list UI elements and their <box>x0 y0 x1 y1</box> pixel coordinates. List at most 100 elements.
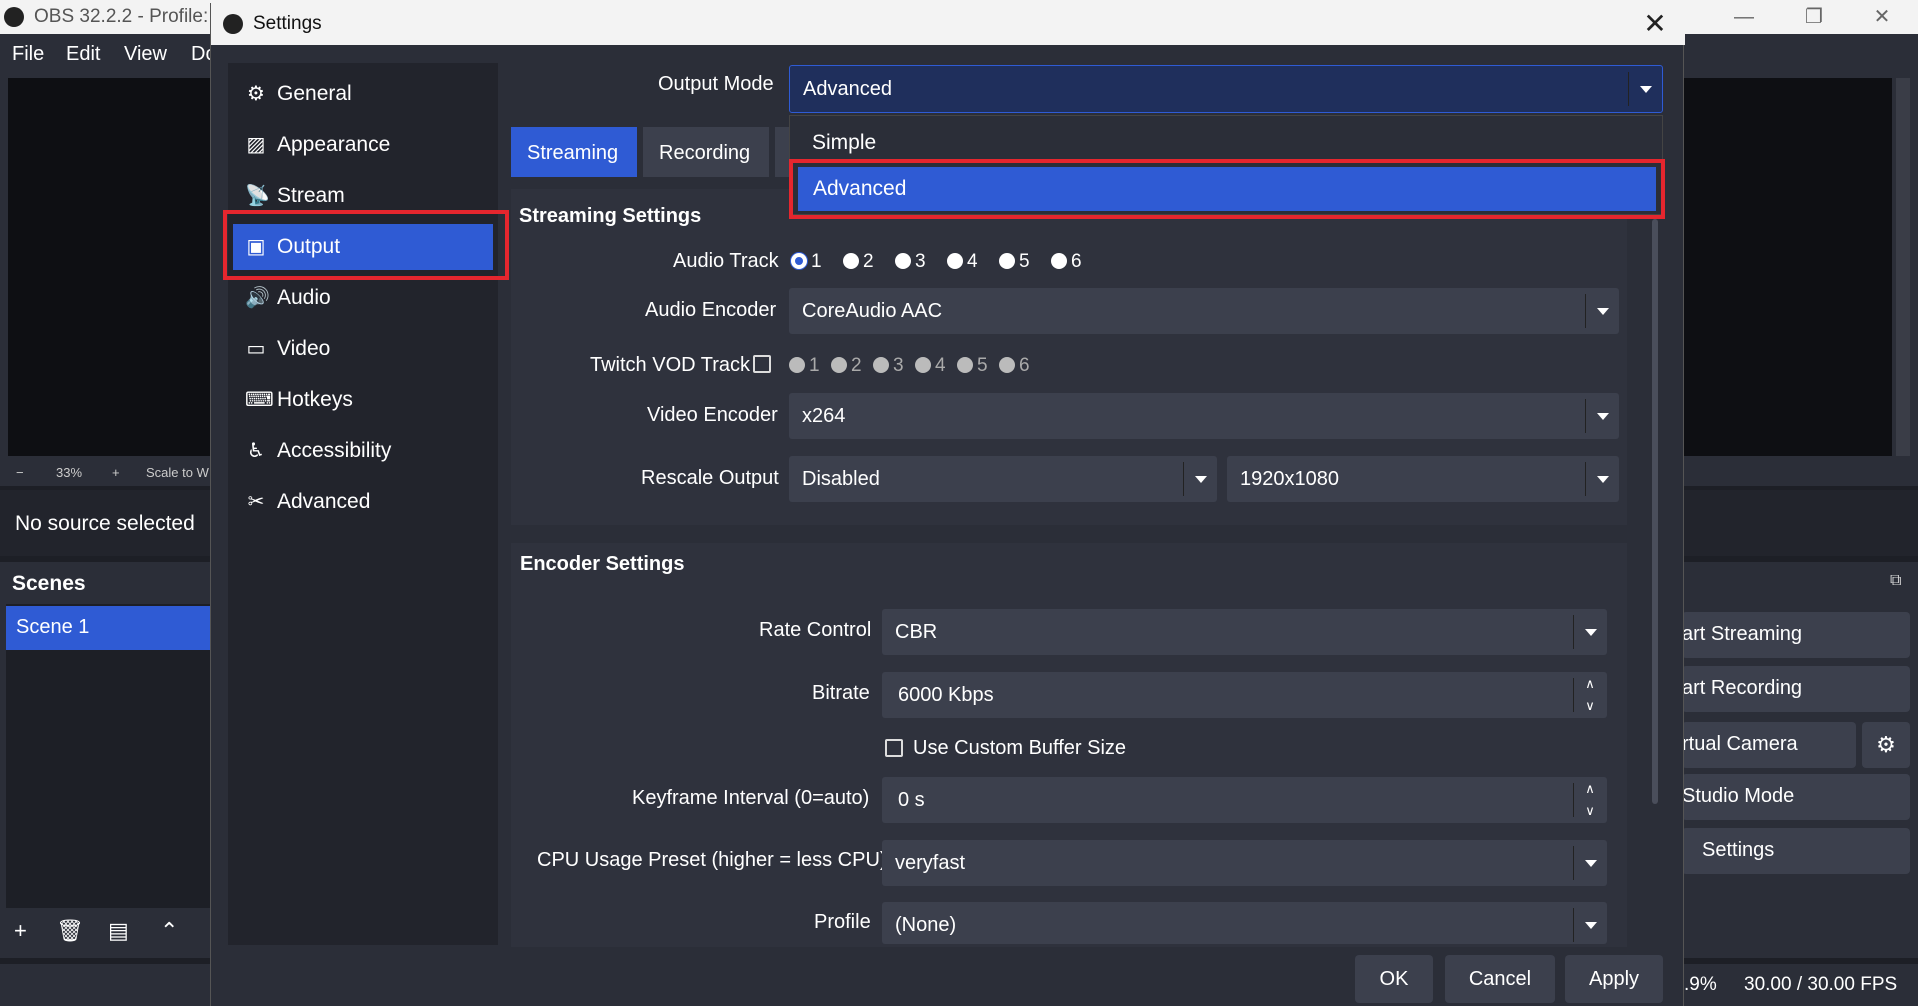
custom-buffer-label[interactable]: Use Custom Buffer Size <box>913 737 1126 760</box>
menu-edit[interactable]: Edit <box>66 43 100 66</box>
twitch-track-radio-6[interactable]: 6 <box>999 355 1030 377</box>
preview-canvas-right[interactable] <box>1682 78 1892 456</box>
zoom-in-icon[interactable]: + <box>112 465 120 480</box>
accessibility-icon: ♿ <box>247 440 265 462</box>
preview-canvas[interactable] <box>8 78 210 456</box>
encoder-settings-title: Encoder Settings <box>520 553 685 575</box>
twitch-track-radio-2[interactable]: 2 <box>831 355 862 377</box>
rate-control-dropdown[interactable]: CBR <box>882 609 1607 655</box>
nav-accessibility[interactable]: ♿ Accessibility <box>233 428 493 474</box>
rescale-output-value: Disabled <box>802 468 880 490</box>
zoom-bar: − 33% + Scale to W <box>0 460 210 486</box>
chevron-up-icon[interactable]: ∧ <box>1581 676 1599 692</box>
nav-general[interactable]: ⚙ General <box>233 71 493 117</box>
zoom-level: 33% <box>56 465 83 480</box>
twitch-vod-checkbox[interactable] <box>753 355 771 373</box>
video-encoder-value: x264 <box>802 405 846 427</box>
audio-track-radio-6[interactable]: 6 <box>1051 251 1082 273</box>
obs-logo-icon <box>4 7 24 27</box>
nav-hotkeys[interactable]: ⌨ Hotkeys <box>233 377 493 423</box>
rate-control-value: CBR <box>895 621 938 643</box>
add-icon[interactable]: + <box>14 918 27 944</box>
close-icon[interactable]: ✕ <box>1635 7 1675 41</box>
profile-label: Profile <box>814 911 871 933</box>
twitch-track-radio-1[interactable]: 1 <box>789 355 820 377</box>
bitrate-spinbox[interactable]: 6000 Kbps ∧ ∨ <box>882 672 1607 718</box>
audio-track-radio-5[interactable]: 5 <box>999 251 1030 273</box>
chevron-down-icon <box>1573 615 1607 649</box>
output-mode-dropdown[interactable]: Advanced <box>789 65 1663 113</box>
close-window-icon[interactable]: ✕ <box>1852 3 1912 31</box>
settings-scroll-thumb[interactable] <box>1652 219 1658 804</box>
start-streaming-button[interactable]: art Streaming <box>1682 612 1910 658</box>
ok-button[interactable]: OK <box>1355 955 1433 1003</box>
chevron-down-icon <box>1573 846 1607 880</box>
gear-icon: ⚙ <box>247 83 265 105</box>
virtual-camera-button[interactable]: rtual Camera <box>1682 722 1856 768</box>
monitor-icon: ▭ <box>246 338 266 360</box>
cpu-preset-label: CPU Usage Preset (higher = less CPU) <box>537 849 887 871</box>
twitch-track-radio-3[interactable]: 3 <box>873 355 904 377</box>
audio-track-radio-4[interactable]: 4 <box>947 251 978 273</box>
menu-file[interactable]: File <box>12 43 44 66</box>
cpu-preset-value: veryfast <box>895 852 966 874</box>
keyframe-interval-spinbox[interactable]: 0 s ∧ ∨ <box>882 777 1607 823</box>
apply-button[interactable]: Apply <box>1565 955 1663 1003</box>
scene-item[interactable]: Scene 1 <box>6 606 210 650</box>
rescale-output-dropdown[interactable]: Disabled <box>789 456 1217 502</box>
dialog-title: Settings <box>253 13 322 34</box>
zoom-bar-right <box>1682 460 1918 486</box>
chevron-down-icon <box>1585 399 1619 433</box>
settings-button[interactable]: Settings <box>1682 828 1910 874</box>
chevron-down-icon <box>1573 908 1607 942</box>
chevron-down-icon <box>1183 462 1217 496</box>
custom-buffer-checkbox[interactable] <box>885 739 903 757</box>
chevron-down-icon[interactable]: ∨ <box>1581 803 1599 819</box>
bitrate-label: Bitrate <box>812 682 870 704</box>
audio-track-radio-1[interactable]: 1 <box>791 251 822 273</box>
nav-audio[interactable]: 🔊 Audio <box>233 275 493 321</box>
start-recording-button[interactable]: art Recording <box>1682 666 1910 712</box>
chevron-up-icon[interactable]: ∧ <box>1581 781 1599 797</box>
restore-icon[interactable]: ❐ <box>1784 3 1844 31</box>
antenna-icon: 📡 <box>245 185 270 207</box>
filter-icon[interactable]: ▤ <box>108 918 129 944</box>
rescale-output-label: Rescale Output <box>641 467 779 489</box>
scale-to-window[interactable]: Scale to W <box>146 465 209 480</box>
zoom-out-icon[interactable]: − <box>16 465 24 480</box>
audio-track-radio-3[interactable]: 3 <box>895 251 926 273</box>
gear-icon[interactable]: ⚙ <box>1862 722 1910 768</box>
move-up-icon[interactable]: ⌃ <box>160 918 178 944</box>
tab-recording[interactable]: Recording <box>643 127 769 177</box>
trash-icon[interactable]: 🗑 <box>56 918 84 944</box>
twitch-track-radio-4[interactable]: 4 <box>915 355 946 377</box>
menu-view[interactable]: View <box>124 43 167 66</box>
nav-appearance[interactable]: ▨ Appearance <box>233 122 493 168</box>
output-mode-option-simple[interactable]: Simple <box>812 131 876 155</box>
tools-icon: ✂ <box>247 491 265 513</box>
tab-streaming[interactable]: Streaming <box>511 127 637 177</box>
chevron-down-icon[interactable]: ∨ <box>1581 698 1599 714</box>
scenes-title: Scenes <box>12 572 86 595</box>
video-encoder-dropdown[interactable]: x264 <box>789 393 1619 439</box>
audio-encoder-dropdown[interactable]: CoreAudio AAC <box>789 288 1619 334</box>
fps-counter: 30.00 / 30.00 FPS <box>1744 974 1898 995</box>
audio-track-radio-2[interactable]: 2 <box>843 251 874 273</box>
undock-icon[interactable]: ⧉ <box>1890 572 1901 590</box>
twitch-track-radio-5[interactable]: 5 <box>957 355 988 377</box>
scene-toolbar: + 🗑 ▤ ⌃ <box>0 912 210 954</box>
cpu-preset-dropdown[interactable]: veryfast <box>882 840 1607 886</box>
rescale-resolution-dropdown[interactable]: 1920x1080 <box>1227 456 1619 502</box>
studio-mode-button[interactable]: Studio Mode <box>1682 774 1910 820</box>
keyframe-interval-label: Keyframe Interval (0=auto) <box>632 787 870 809</box>
preview-scrollbar[interactable] <box>1896 78 1910 456</box>
cancel-button[interactable]: Cancel <box>1445 955 1555 1003</box>
profile-dropdown[interactable]: (None) <box>882 902 1607 944</box>
nav-advanced[interactable]: ✂ Advanced <box>233 479 493 525</box>
audio-encoder-value: CoreAudio AAC <box>802 300 943 322</box>
nav-video[interactable]: ▭ Video <box>233 326 493 372</box>
settings-dialog: Settings ✕ ⚙ General ▨ Appearance 📡 Stream … <box>210 3 1685 1006</box>
tab-more[interactable] <box>775 127 789 177</box>
minimize-icon[interactable]: — <box>1714 3 1774 31</box>
twitch-vod-label: Twitch VOD Track <box>590 354 751 376</box>
